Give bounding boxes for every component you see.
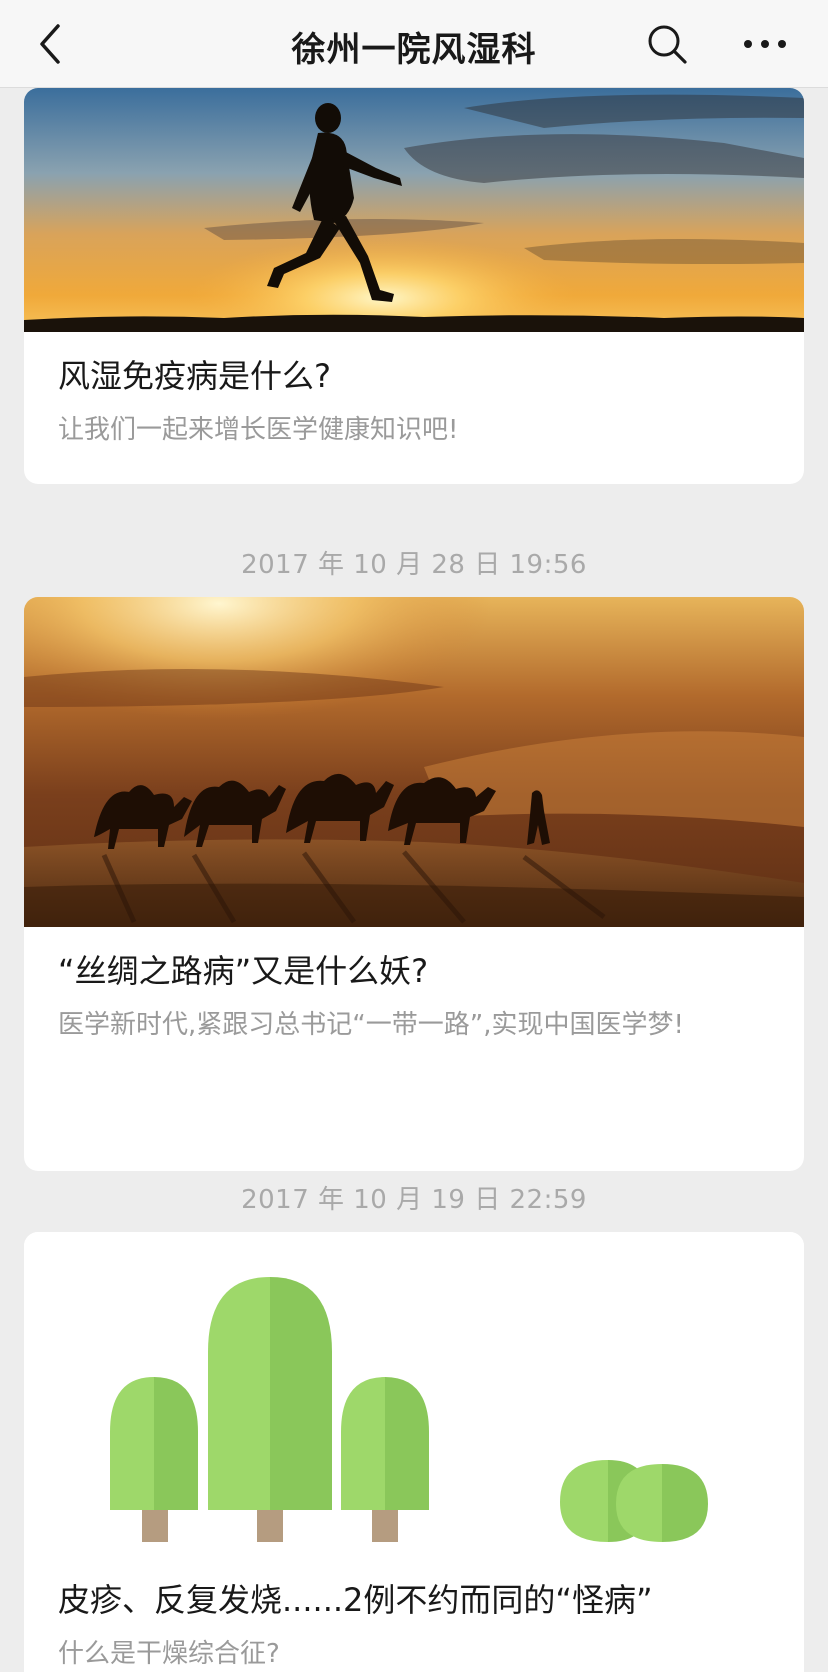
camel-caravan-desert-image [24, 597, 804, 927]
article-title: “丝绸之路病”又是什么妖? [58, 952, 429, 990]
article-digest: 什么是干燥综合征? [58, 1639, 280, 1669]
article-card[interactable]: “丝绸之路病”又是什么妖? 医学新时代,紧跟习总书记“一带一路”,实现中国医学梦… [24, 597, 804, 1171]
top-navigation-bar: 徐州一院风湿科 [0, 0, 828, 88]
green-trees-illustration [24, 1232, 804, 1562]
article-digest: 医学新时代,紧跟习总书记“一带一路”,实现中国医学梦! [58, 1010, 684, 1040]
article-card[interactable]: 皮疹、反复发烧......2例不约而同的“怪病” 什么是干燥综合征? [24, 1232, 804, 1672]
article-digest: 让我们一起来增长医学健康知识吧! [58, 415, 459, 445]
search-icon[interactable] [645, 22, 689, 66]
runner-sunset-image [24, 88, 804, 332]
page-title: 徐州一院风湿科 [291, 30, 537, 70]
article-title: 皮疹、反复发烧......2例不约而同的“怪病” [58, 1581, 653, 1619]
article-card[interactable]: 风湿免疫病是什么? 让我们一起来增长医学健康知识吧! [24, 88, 804, 484]
article-title: 风湿免疫病是什么? [58, 357, 331, 395]
more-dots-icon[interactable] [740, 26, 790, 62]
timestamp: 2017 年 10 月 19 日 22:59 [241, 1185, 587, 1215]
timestamp: 2017 年 10 月 28 日 19:56 [241, 550, 587, 580]
